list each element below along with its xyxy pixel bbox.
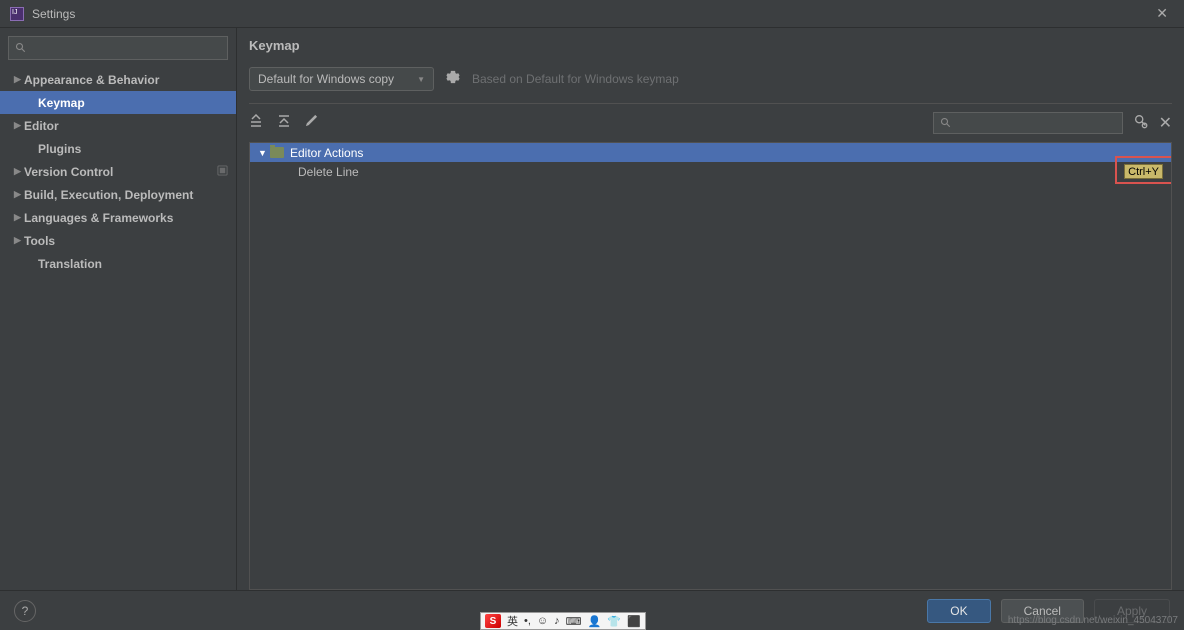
tree-group-editor-actions[interactable]: ▼ Editor Actions — [250, 143, 1171, 162]
sidebar-item-tools[interactable]: ▶Tools — [0, 229, 236, 252]
chevron-right-icon: ▶ — [14, 166, 24, 177]
ime-glyph[interactable]: 👤 — [588, 615, 602, 628]
chevron-down-icon: ▼ — [258, 148, 270, 158]
keymap-scheme-dropdown[interactable]: Default for Windows copy ▼ — [249, 67, 434, 91]
project-level-icon — [217, 165, 228, 179]
gear-icon[interactable] — [446, 70, 460, 89]
sidebar-search-input[interactable] — [8, 36, 228, 60]
window-title: Settings — [32, 7, 75, 21]
sidebar-item-translation[interactable]: Translation — [0, 252, 236, 275]
help-button[interactable]: ? — [14, 600, 36, 622]
edit-icon[interactable] — [305, 114, 318, 132]
chevron-right-icon: ▶ — [14, 74, 24, 85]
ime-toolbar[interactable]: S 英 •, ☺ ♪ ⌨ 👤 👕 ⬛ — [480, 612, 646, 630]
find-shortcut-icon[interactable] — [1133, 113, 1149, 134]
close-icon[interactable]: ✕ — [1150, 3, 1174, 24]
chevron-right-icon: ▶ — [14, 120, 24, 131]
sidebar-item-languages[interactable]: ▶Languages & Frameworks — [0, 206, 236, 229]
chevron-right-icon: ▶ — [14, 212, 24, 223]
sidebar-item-editor[interactable]: ▶Editor — [0, 114, 236, 137]
ime-glyph[interactable]: 英 — [507, 613, 518, 629]
chevron-right-icon: ▶ — [14, 235, 24, 246]
ime-glyph[interactable]: 👕 — [607, 615, 621, 628]
ime-glyph[interactable]: •, — [524, 615, 531, 627]
settings-nav: ▶Appearance & Behavior Keymap ▶Editor Pl… — [0, 68, 236, 590]
chevron-right-icon: ▶ — [14, 189, 24, 200]
settings-sidebar: ▶Appearance & Behavior Keymap ▶Editor Pl… — [0, 28, 237, 590]
close-icon[interactable]: ✕ — [1159, 113, 1172, 133]
separator — [249, 103, 1172, 104]
ok-button[interactable]: OK — [927, 599, 990, 623]
sidebar-item-version-control[interactable]: ▶Version Control — [0, 160, 236, 183]
sidebar-item-keymap[interactable]: Keymap — [0, 91, 236, 114]
ime-glyph[interactable]: ⬛ — [627, 615, 641, 628]
search-icon — [15, 42, 27, 54]
ime-glyph[interactable]: ☺ — [537, 615, 548, 627]
ime-glyph[interactable]: ⌨ — [566, 615, 582, 628]
sidebar-item-appearance[interactable]: ▶Appearance & Behavior — [0, 68, 236, 91]
expand-all-icon[interactable] — [249, 114, 263, 133]
app-icon — [10, 7, 24, 21]
folder-icon — [270, 147, 284, 158]
page-title: Keymap — [249, 38, 1172, 53]
ime-logo-icon: S — [485, 614, 501, 628]
keymap-tree[interactable]: ▼ Editor Actions Delete Line Ctrl+Y — [249, 142, 1172, 590]
search-icon — [940, 117, 952, 129]
action-search-input[interactable] — [933, 112, 1123, 134]
titlebar: Settings ✕ — [0, 0, 1184, 28]
ime-glyph[interactable]: ♪ — [554, 615, 560, 627]
chevron-down-icon: ▼ — [417, 75, 425, 84]
sidebar-item-plugins[interactable]: Plugins — [0, 137, 236, 160]
watermark: https://blog.csdn.net/weixin_45043707 — [1008, 615, 1178, 626]
tree-action-delete-line[interactable]: Delete Line Ctrl+Y — [250, 162, 1171, 181]
sidebar-item-build[interactable]: ▶Build, Execution, Deployment — [0, 183, 236, 206]
shortcut-badge: Ctrl+Y — [1124, 164, 1163, 179]
main-panel: Keymap Default for Windows copy ▼ Based … — [237, 28, 1184, 590]
collapse-all-icon[interactable] — [277, 114, 291, 133]
based-on-label: Based on Default for Windows keymap — [472, 72, 679, 86]
